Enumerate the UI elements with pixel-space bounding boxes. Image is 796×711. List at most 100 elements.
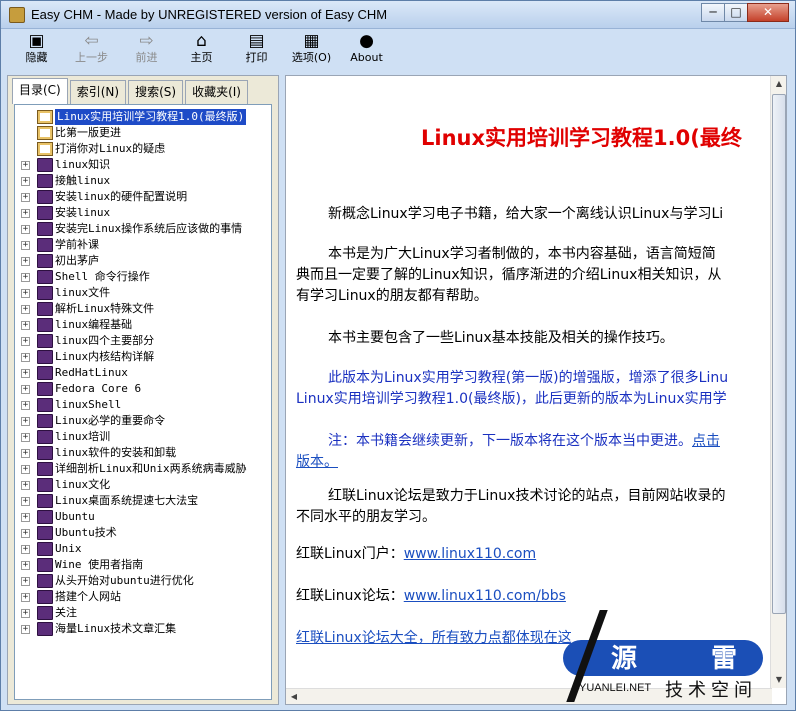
tree-item-label: linux文件 [55,286,111,299]
expand-icon[interactable]: + [21,321,30,330]
tree-item[interactable]: + linux四个主要部分 [15,333,271,349]
update-note-link-cont[interactable]: 版本。 [296,454,338,470]
about-paragraph-line1: 本书是为广大Linux学习者制做的，本书内容基础，语言简短简 [328,246,716,262]
tree-item[interactable]: + 安装linux [15,205,271,221]
tree-item[interactable]: + Shell 命令行操作 [15,269,271,285]
title-bar[interactable]: Easy CHM - Made by UNREGISTERED version … [1,1,795,29]
expand-icon[interactable]: + [21,241,30,250]
tree-item-label: Linux桌面系统提速七大法宝 [55,494,199,507]
tree-item[interactable]: + Linux桌面系统提速七大法宝 [15,493,271,509]
tree-item[interactable]: + 解析Linux特殊文件 [15,301,271,317]
tree-item[interactable]: + 初出茅庐 [15,253,271,269]
scroll-up-icon[interactable]: ▲ [771,76,787,92]
expand-icon[interactable]: + [21,257,30,266]
toolbar-button-back-arrow[interactable]: ⇦ 上一步 [64,31,119,71]
expand-icon[interactable]: + [21,529,30,538]
toolbar: ▣ 隐藏 ⇦ 上一步 ⇨ 前进 ⌂ 主页 ▤ 打印 ▦ 选项(O) ● About [9,31,789,71]
expand-icon[interactable]: + [21,177,30,186]
update-note-link[interactable]: 点击 [692,433,720,449]
toolbar-button-options[interactable]: ▦ 选项(O) [284,31,339,71]
tree-item[interactable]: + 学前补课 [15,237,271,253]
tree-item[interactable]: Linux实用培训学习教程1.0(最终版) [15,109,271,125]
expand-icon[interactable]: + [21,433,30,442]
tree-item[interactable]: + Linux必学的重要命令 [15,413,271,429]
tree-item[interactable]: + 海量Linux技术文章汇集 [15,621,271,637]
tree-item[interactable]: + Ubuntu [15,509,271,525]
tree-item[interactable]: + linux文化 [15,477,271,493]
tree-item[interactable]: + Unix [15,541,271,557]
tree-item[interactable]: + Linux内核结构详解 [15,349,271,365]
tree-item[interactable]: + 从头开始对ubuntu进行优化 [15,573,271,589]
expand-icon[interactable]: + [21,305,30,314]
close-button[interactable]: ✕ [747,3,789,22]
tree-item[interactable]: 比第一版更进 [15,125,271,141]
tree-item[interactable]: + linuxShell [15,397,271,413]
hide-icon: ▣ [28,31,45,51]
tree-item-label: 打消你对Linux的疑虑 [55,142,166,155]
expand-icon[interactable]: + [21,609,30,618]
expand-icon[interactable]: + [21,193,30,202]
tree-item[interactable]: 打消你对Linux的疑虑 [15,141,271,157]
tree-item[interactable]: + RedHatLinux [15,365,271,381]
watermark-logo: 源 雷 YUANLEI.NET 技术空间 [543,610,783,706]
portal-link[interactable]: www.linux110.com [404,546,536,562]
tree-item[interactable]: + linux软件的安装和卸载 [15,445,271,461]
expand-icon[interactable]: + [21,161,30,170]
tab-favorites[interactable]: 收藏夹(I) [185,80,248,104]
scroll-left-icon[interactable]: ◀ [286,689,302,705]
expand-icon[interactable]: + [21,625,30,634]
tree-item[interactable]: + Wine 使用者指南 [15,557,271,573]
expand-icon[interactable]: + [21,449,30,458]
vertical-scroll-thumb[interactable] [772,94,786,614]
expand-icon[interactable]: + [21,385,30,394]
vertical-scrollbar[interactable]: ▲ ▼ [770,76,786,688]
closed-book-icon [37,574,53,588]
expand-icon[interactable]: + [21,593,30,602]
expand-icon[interactable]: + [21,465,30,474]
tree-item[interactable]: + Fedora Core 6 [15,381,271,397]
tree-item[interactable]: + 搭建个人网站 [15,589,271,605]
expand-icon[interactable]: + [21,497,30,506]
maximize-button[interactable]: □ [724,3,748,22]
expand-icon[interactable]: + [21,273,30,282]
tree-item[interactable]: + 关注 [15,605,271,621]
expand-icon[interactable]: + [21,417,30,426]
options-icon: ▦ [303,31,320,51]
expand-icon[interactable]: + [21,513,30,522]
expand-icon[interactable]: + [21,225,30,234]
expand-icon[interactable]: + [21,289,30,298]
tab-contents[interactable]: 目录(C) [12,78,68,104]
tree-item[interactable]: + 详细剖析Linux和Unix两系统病毒威胁 [15,461,271,477]
expand-icon[interactable]: + [21,401,30,410]
tree-item-label: 学前补课 [55,238,99,251]
expand-icon[interactable]: + [21,577,30,586]
tree-item[interactable]: + linux文件 [15,285,271,301]
closed-book-icon [37,158,53,172]
expand-icon[interactable]: + [21,369,30,378]
forum-all-link[interactable]: 红联Linux论坛大全，所有致力点都体现在这 [296,630,572,646]
contents-tree[interactable]: Linux实用培训学习教程1.0(最终版) 比第一版更进 打消你对Linux的疑虑 +… [14,104,272,700]
minimize-button[interactable]: ─ [701,3,725,22]
toolbar-button-forward-arrow[interactable]: ⇨ 前进 [119,31,174,71]
tree-item[interactable]: + 接触linux [15,173,271,189]
toolbar-button-hide[interactable]: ▣ 隐藏 [9,31,64,71]
tab-index[interactable]: 索引(N) [69,80,127,104]
toolbar-button-about[interactable]: ● About [339,31,394,71]
tree-item[interactable]: + linux知识 [15,157,271,173]
expand-icon[interactable]: + [21,561,30,570]
toolbar-button-home[interactable]: ⌂ 主页 [174,31,229,71]
tree-item[interactable]: + 安装完Linux操作系统后应该做的事情 [15,221,271,237]
expand-icon[interactable]: + [21,545,30,554]
tree-item[interactable]: + Ubuntu技术 [15,525,271,541]
tree-item[interactable]: + 安装linux的硬件配置说明 [15,189,271,205]
toolbar-button-print[interactable]: ▤ 打印 [229,31,284,71]
expand-icon[interactable]: + [21,337,30,346]
expand-icon[interactable]: + [21,209,30,218]
forum-link[interactable]: www.linux110.com/bbs [404,588,566,604]
tree-item-label: 详细剖析Linux和Unix两系统病毒威胁 [55,462,247,475]
expand-icon[interactable]: + [21,353,30,362]
expand-icon[interactable]: + [21,481,30,490]
tab-search[interactable]: 搜索(S) [128,80,184,104]
tree-item[interactable]: + linux编程基础 [15,317,271,333]
tree-item[interactable]: + linux培训 [15,429,271,445]
